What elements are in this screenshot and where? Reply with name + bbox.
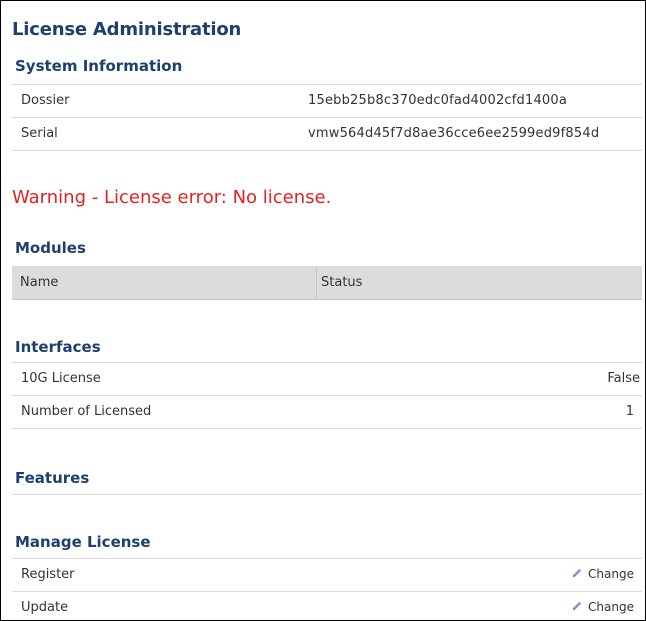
info-value-dossier: 15ebb25b8c370edc0fad4002cfd1400a [308, 93, 568, 108]
info-value-serial: vmw564d45f7d8ae36cce6ee2599ed9f854d [308, 126, 600, 141]
manage-row-update: Update Change [12, 592, 642, 620]
change-label: Change [588, 600, 634, 614]
pencil-icon [573, 601, 582, 610]
info-row-serial: Serial vmw564d45f7d8ae36cce6ee2599ed9f85… [12, 118, 642, 151]
manage-row-register: Register Change [12, 559, 642, 592]
license-administration-panel: License Administration System Informatio… [0, 0, 646, 621]
page-title: License Administration [12, 19, 242, 40]
section-title-modules: Modules [15, 239, 86, 257]
interface-value-number-of-licensed: 1 [625, 404, 634, 419]
section-title-manage-license: Manage License [15, 533, 151, 551]
license-warning-message: Warning - License error: No license. [12, 187, 332, 208]
column-header-status[interactable]: Status [321, 275, 362, 290]
pencil-icon [573, 568, 582, 577]
modules-table-header: Name Status [12, 266, 642, 300]
divider [12, 494, 642, 495]
column-header-name[interactable]: Name [20, 275, 58, 290]
manage-label: Update [21, 600, 69, 615]
interface-value-10g-license: False [607, 371, 640, 386]
interface-row-10g-license: 10G License False [12, 363, 642, 396]
column-divider [316, 266, 317, 299]
interface-row-number-of-licensed: Number of Licensed 1 [12, 396, 642, 429]
section-title-features: Features [15, 469, 90, 487]
section-title-system-information: System Information [15, 57, 183, 75]
info-label: Serial [21, 126, 58, 141]
register-change-button[interactable]: Change [571, 567, 634, 581]
interface-label: 10G License [21, 371, 101, 386]
info-row-dossier: Dossier 15ebb25b8c370edc0fad4002cfd1400a [12, 85, 642, 118]
update-change-button[interactable]: Change [571, 600, 634, 614]
change-label: Change [588, 567, 634, 581]
manage-label: Register [21, 567, 75, 582]
interface-label: Number of Licensed [21, 404, 152, 419]
info-label: Dossier [21, 93, 70, 108]
section-title-interfaces: Interfaces [15, 338, 101, 356]
